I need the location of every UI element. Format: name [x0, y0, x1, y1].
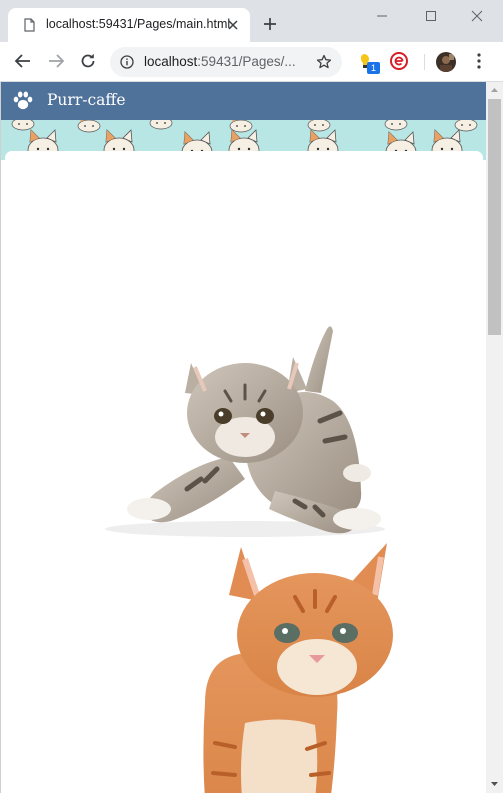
profile-avatar[interactable] — [436, 52, 456, 77]
url-rest: :59431/Pages/... — [197, 54, 296, 69]
chrome-menu-icon[interactable] — [472, 52, 486, 75]
tabby-kitten-image — [105, 326, 385, 537]
maximize-icon[interactable] — [423, 8, 439, 29]
page-viewport: Purr-caffe — [0, 82, 487, 793]
url-host: localhost — [144, 54, 198, 69]
back-arrow-icon[interactable] — [14, 52, 32, 75]
scroll-down-arrow-icon[interactable] — [486, 776, 503, 792]
content-card — [5, 151, 483, 793]
browser-tab-strip: localhost:59431/Pages/main.html — [0, 0, 503, 42]
info-icon[interactable] — [120, 55, 134, 74]
document-icon — [24, 18, 35, 37]
site-brand[interactable]: Purr-caffe — [47, 91, 126, 109]
toolbar-divider — [424, 54, 425, 70]
forward-arrow-icon[interactable] — [47, 52, 65, 75]
new-tab-icon[interactable] — [262, 16, 278, 37]
extension-badge: 1 — [367, 62, 380, 74]
browser-toolbar: localhost:59431/Pages/... 1 — [0, 42, 503, 82]
scroll-thumb[interactable] — [488, 99, 501, 335]
tab-title: localhost:59431/Pages/main.html — [46, 17, 231, 31]
browser-tab[interactable]: localhost:59431/Pages/main.html — [8, 8, 250, 42]
bookmark-star-icon[interactable] — [316, 54, 332, 75]
scroll-up-arrow-icon[interactable] — [486, 82, 503, 98]
page-scrollbar[interactable] — [486, 82, 503, 793]
site-navbar: Purr-caffe — [1, 82, 487, 120]
ginger-kitten-image — [203, 543, 393, 793]
reload-icon[interactable] — [79, 52, 97, 75]
paw-icon[interactable] — [12, 90, 34, 116]
address-bar[interactable]: localhost:59431/Pages/... — [110, 47, 342, 77]
close-tab-icon[interactable] — [227, 18, 239, 36]
minimize-icon[interactable] — [374, 8, 390, 29]
close-window-icon[interactable] — [469, 8, 485, 29]
extension-e-icon[interactable] — [390, 52, 408, 75]
url-text: localhost:59431/Pages/... — [144, 54, 296, 69]
